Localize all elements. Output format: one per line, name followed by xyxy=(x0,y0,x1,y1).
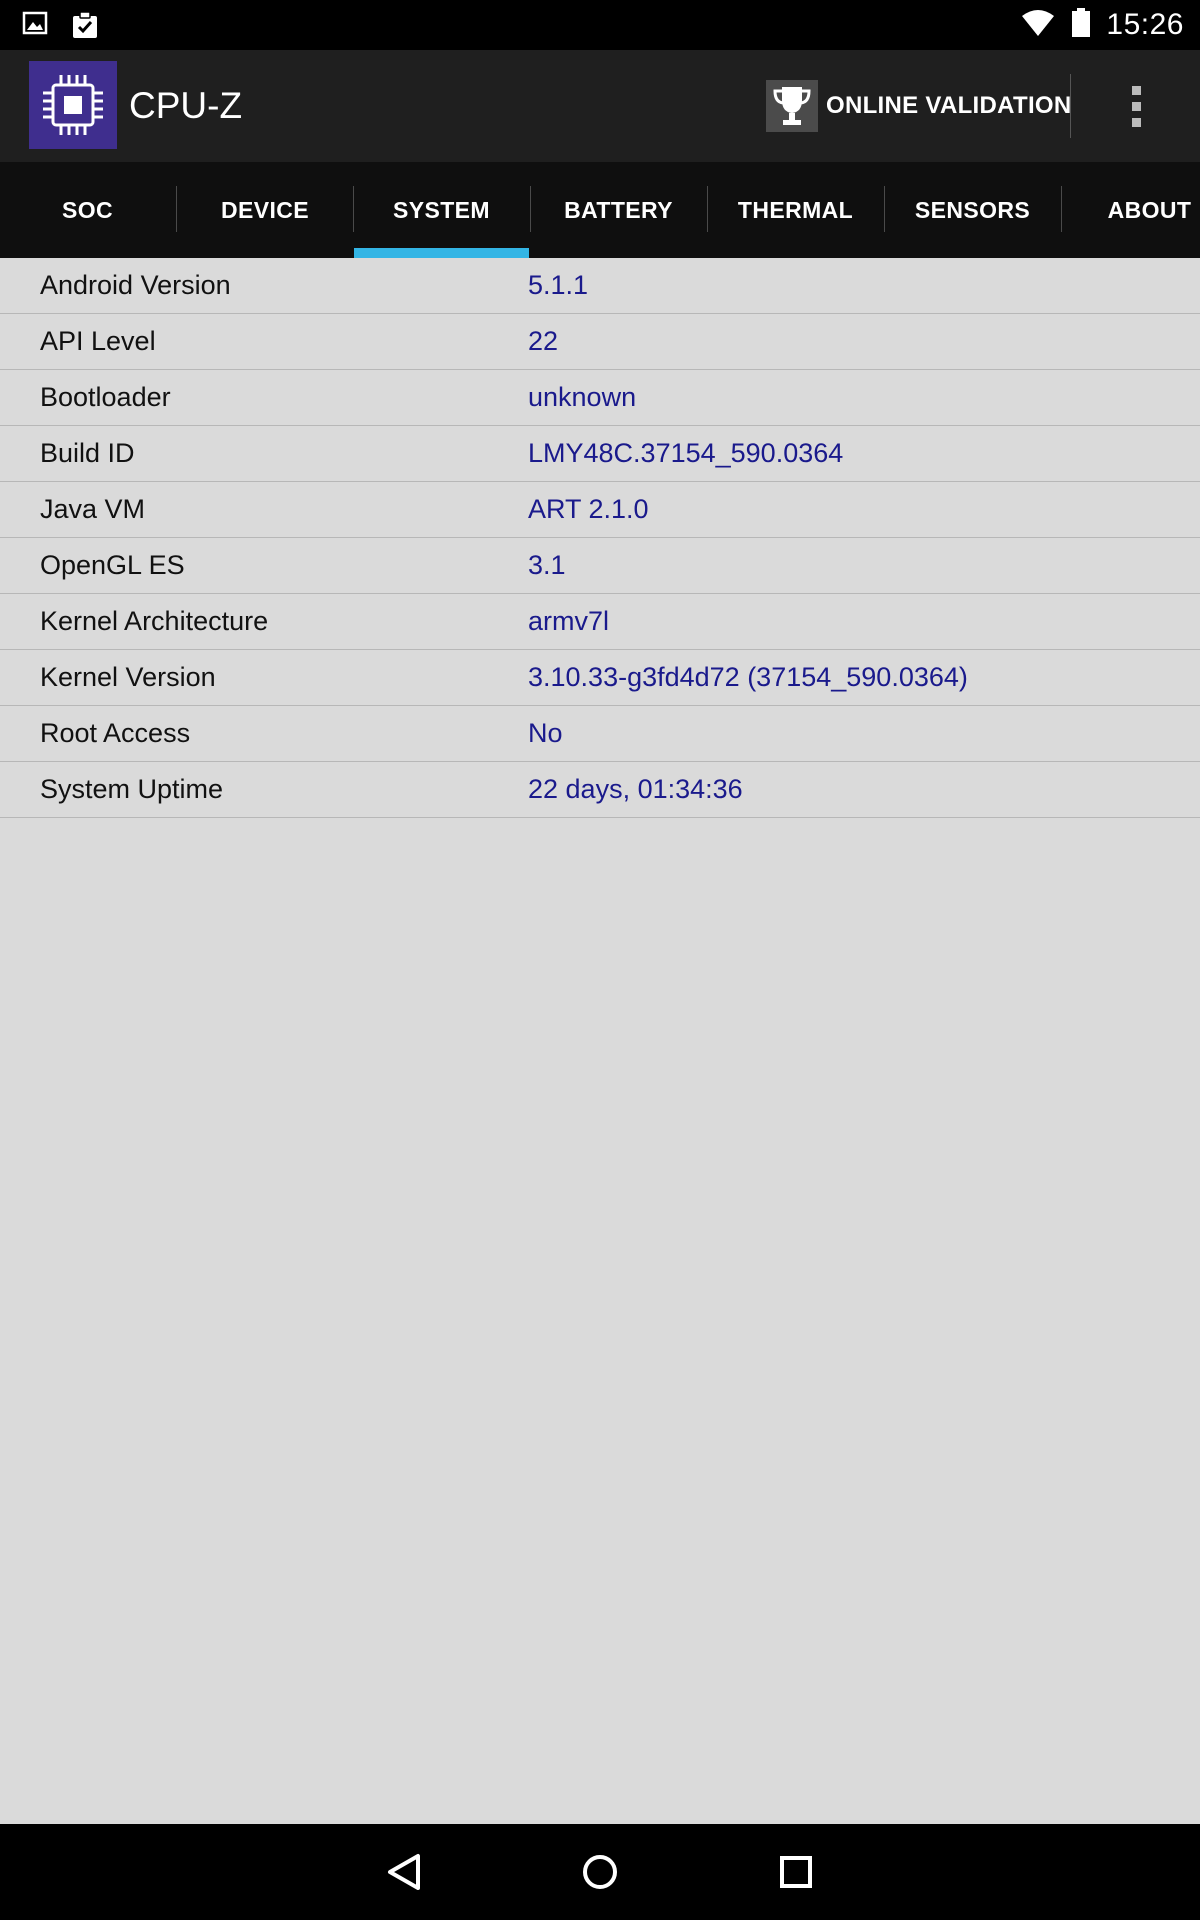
row-value: 3.1 xyxy=(528,550,566,580)
row-value: 5.1.1 xyxy=(528,270,589,300)
status-time: 15:26 xyxy=(1106,8,1184,41)
wifi-icon xyxy=(1020,8,1056,43)
row-label: Kernel Version xyxy=(40,662,216,692)
recents-icon[interactable] xyxy=(766,1842,826,1902)
online-validation-label: ONLINE VALIDATION xyxy=(826,92,1072,119)
app-title: CPU-Z xyxy=(129,85,243,126)
table-row: Bootloader unknown xyxy=(0,370,1200,426)
app-bar: CPU-Z ONLINE VALIDATION xyxy=(0,50,1200,162)
row-value: armv7l xyxy=(528,606,610,636)
tab-bar: SOC DEVICE SYSTEM BATTERY THERMAL SENSOR… xyxy=(0,162,1200,258)
table-row: Kernel Architecture armv7l xyxy=(0,594,1200,650)
table-row: API Level 22 xyxy=(0,314,1200,370)
home-icon[interactable] xyxy=(570,1842,630,1902)
app-bar-divider xyxy=(1070,74,1071,138)
tab-battery[interactable]: BATTERY xyxy=(531,162,706,258)
cpu-chip-logo-icon xyxy=(29,61,117,149)
row-value: 3.10.33-g3fd4d72 (37154_590.0364) xyxy=(528,662,968,692)
back-icon[interactable] xyxy=(374,1842,434,1902)
row-value: unknown xyxy=(528,382,637,412)
row-label: API Level xyxy=(40,326,156,356)
online-validation-button[interactable]: ONLINE VALIDATION xyxy=(766,80,1072,132)
active-tab-indicator xyxy=(354,248,529,258)
tab-about[interactable]: ABOUT xyxy=(1062,162,1200,258)
table-row: OpenGL ES 3.1 xyxy=(0,538,1200,594)
table-row: Java VM ART 2.1.0 xyxy=(0,482,1200,538)
table-row: Kernel Version 3.10.33-g3fd4d72 (37154_5… xyxy=(0,650,1200,706)
row-value: LMY48C.37154_590.0364 xyxy=(528,438,844,468)
tab-soc[interactable]: SOC xyxy=(0,162,175,258)
row-value: ART 2.1.0 xyxy=(528,494,649,524)
tab-device[interactable]: DEVICE xyxy=(177,162,353,258)
row-label: Android Version xyxy=(40,270,231,300)
row-label: Root Access xyxy=(40,718,191,748)
task-clipboard-icon xyxy=(70,10,100,45)
row-value: 22 xyxy=(528,326,559,356)
status-indicators: 15:26 xyxy=(1020,0,1184,50)
tab-sensors[interactable]: SENSORS xyxy=(885,162,1060,258)
gallery-icon xyxy=(22,10,48,45)
row-label: Kernel Architecture xyxy=(40,606,269,636)
trophy-icon xyxy=(766,80,818,132)
row-label: System Uptime xyxy=(40,774,224,804)
table-row: Build ID LMY48C.37154_590.0364 xyxy=(0,426,1200,482)
row-label: Java VM xyxy=(40,494,146,524)
row-value: No xyxy=(528,718,563,748)
table-row: Root Access No xyxy=(0,706,1200,762)
table-row: Android Version 5.1.1 xyxy=(0,258,1200,314)
status-notifications xyxy=(22,10,100,45)
system-info-list: Android Version 5.1.1 API Level 22 Bootl… xyxy=(0,258,1200,818)
row-label: Bootloader xyxy=(40,382,171,412)
navigation-bar xyxy=(0,1824,1200,1920)
tab-system[interactable]: SYSTEM xyxy=(354,162,529,258)
row-value: 22 days, 01:34:36 xyxy=(528,774,743,804)
table-row: System Uptime 22 days, 01:34:36 xyxy=(0,762,1200,818)
row-label: Build ID xyxy=(40,438,135,468)
tab-thermal[interactable]: THERMAL xyxy=(708,162,883,258)
overflow-menu-icon[interactable] xyxy=(1120,76,1152,136)
status-bar: 15:26 xyxy=(0,0,1200,50)
battery-icon xyxy=(1070,7,1092,43)
row-label: OpenGL ES xyxy=(40,550,185,580)
